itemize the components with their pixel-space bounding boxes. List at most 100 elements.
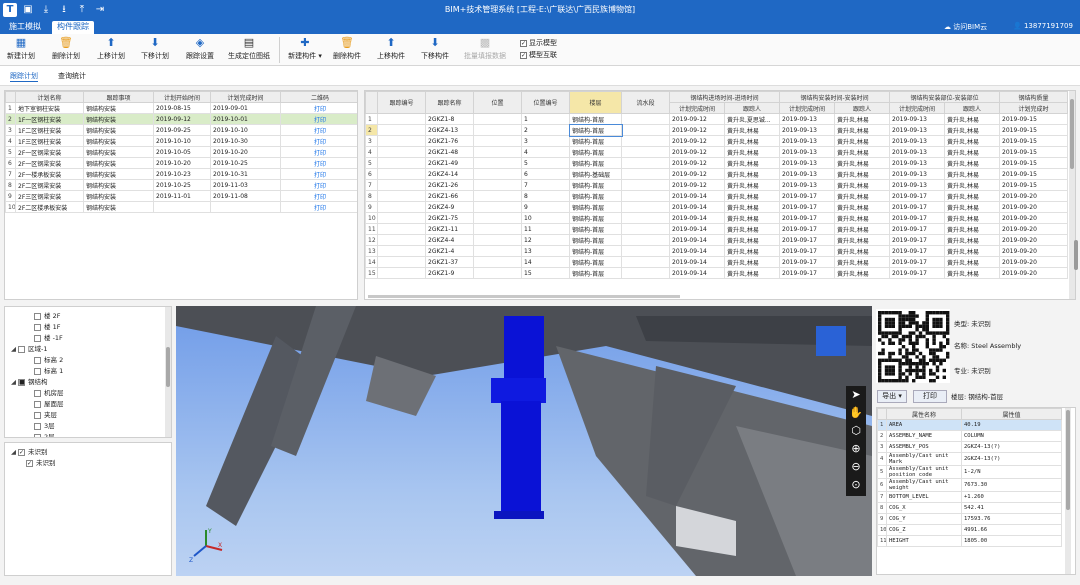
tree-checkbox[interactable] (34, 422, 41, 430)
component-row[interactable]: 4 2GKZ1-48 4 钢结构-首层 2019-09-12 黄升炎,林易 2019-09-… (365, 146, 1069, 158)
print-qr-link[interactable]: 打印 (280, 179, 357, 191)
plan-row[interactable]: 9 2F三区钢梁安装 钢结构安装 2019-11-01 2019-11-08 打印 (5, 190, 357, 202)
component-row[interactable]: 3 2GKZ1-76 3 钢结构-首层 2019-09-12 黄升炎,林易 2019-09-… (365, 135, 1069, 147)
delete-component-button[interactable]: 🗑 删除构件 (330, 36, 364, 61)
tab-construction-sim[interactable]: 施工模拟 (4, 21, 46, 34)
plan-row[interactable]: 1 地下室钢柱安装 钢结构安装 2019-08-15 2019-09-01 打印 (5, 102, 357, 114)
print-qr-link[interactable]: 打印 (280, 113, 357, 125)
component-row[interactable]: 11 2GKZ1-11 11 钢结构-首层 2019-09-14 黄升炎,林易 2019-0… (365, 223, 1069, 235)
select-pointer-icon[interactable]: ➤ (846, 386, 866, 404)
component-row[interactable]: 9 2GKZ4-9 9 钢结构-首层 2019-09-14 黄升炎,林易 2019-09-1… (365, 201, 1069, 213)
zoom-in-icon[interactable]: ⊕ (846, 440, 866, 458)
tree-node[interactable]: 机房层 (27, 387, 64, 397)
print-qr-link[interactable]: 打印 (280, 157, 357, 169)
properties-scrollbar[interactable] (1065, 408, 1071, 574)
tab-tracking-plan[interactable]: 跟踪计划 (10, 71, 38, 82)
property-row[interactable]: 9 COG_Y 17593.76 (877, 513, 1062, 525)
plan-row[interactable]: 6 2F一区钢梁安装 钢结构安装 2019-10-20 2019-10-25 打印 (5, 157, 357, 169)
zoom-out-icon[interactable]: ⊖ (846, 458, 866, 476)
tree-node[interactable]: ◢ ✓ 未识别 (11, 446, 48, 456)
visit-bim-cloud-link[interactable]: ☁ 访问BIM云 (944, 22, 987, 32)
tree-checkbox[interactable] (34, 433, 41, 437)
tree-checkbox[interactable] (34, 356, 41, 364)
print-button[interactable]: 打印 (913, 390, 947, 403)
plan-row[interactable]: 2 1F一区钢柱安装 钢结构安装 2019-09-12 2019-10-01 打印 (5, 113, 357, 125)
component-h-scrollbar[interactable] (368, 295, 680, 298)
component-row[interactable]: 2 2GKZ4-13 2 钢结构-首层 2019-09-12 黄升炎,林易 2019-09-… (365, 123, 1069, 137)
tree-checkbox[interactable] (18, 345, 25, 353)
plan-row[interactable]: 3 1F二区钢柱安装 钢结构安装 2019-09-25 2019-10-10 打印 (5, 124, 357, 136)
tab-component-tracking[interactable]: 构件跟踪 (52, 21, 94, 34)
plan-row[interactable]: 8 2F二区钢梁安装 钢结构安装 2019-10-25 2019-11-03 打印 (5, 179, 357, 191)
batch-fill-data-button[interactable]: ▩ 批量填报数据 (462, 36, 508, 61)
tree-node[interactable]: 楼 2F (27, 310, 60, 320)
new-component-button[interactable]: ✚ 新建构件 ▾ (286, 36, 324, 61)
tree-node[interactable]: 屋面层 (27, 398, 64, 408)
tree-node[interactable]: 楼 -1F (27, 332, 63, 342)
export-button[interactable]: 导出 ▾ (877, 390, 907, 403)
plan-row[interactable]: 5 2F一区钢梁安装 钢结构安装 2019-10-05 2019-10-20 打印 (5, 146, 357, 158)
tree-checkbox[interactable] (34, 312, 41, 320)
model-link-checkbox[interactable]: ✓ 模型互联 (520, 50, 557, 60)
scroll-thumb[interactable] (1066, 410, 1070, 510)
property-row[interactable]: 5 Assembly/Cast unit position code 1-2/N (877, 465, 1062, 479)
tree-checkbox[interactable] (34, 323, 41, 331)
tree-node[interactable]: 标高 1 (27, 365, 63, 375)
tree-node[interactable]: ◢ ■ 钢结构 (11, 376, 48, 386)
tree-node[interactable]: 楼 1F (27, 321, 60, 331)
component-row[interactable]: 8 2GKZ1-66 8 钢结构-首层 2019-09-14 黄升炎,林易 2019-09-… (365, 190, 1069, 202)
expand-toggle-icon[interactable]: ◢ (11, 448, 18, 456)
tree-checkbox[interactable] (34, 400, 41, 408)
tree-checkbox[interactable]: ✓ (26, 459, 33, 467)
tree-checkbox[interactable]: ✓ (18, 448, 25, 456)
new-plan-button[interactable]: ▦ 新建计划 (6, 36, 36, 61)
property-row[interactable]: 7 BOTTOM_LEVEL +1.260 (877, 491, 1062, 503)
scroll-thumb[interactable] (166, 347, 170, 387)
tree-checkbox[interactable] (34, 411, 41, 419)
move-plan-down-button[interactable]: ⬇ 下移计划 (139, 36, 171, 61)
component-row[interactable]: 15 2GKZ1-9 15 钢结构-首层 2019-09-14 黄升炎,林易 2019-09… (365, 267, 1069, 279)
plan-row[interactable]: 4 1F三区钢柱安装 钢结构安装 2019-10-10 2019-10-30 打印 (5, 135, 357, 147)
tracking-settings-button[interactable]: ◈ 跟踪设置 (183, 36, 217, 61)
property-row[interactable]: 6 Assembly/Cast unit weight 7673.30 (877, 478, 1062, 492)
user-account[interactable]: 👤 13877191709 (1013, 22, 1073, 30)
move-plan-up-button[interactable]: ⬆ 上移计划 (95, 36, 127, 61)
tree-scrollbar[interactable] (165, 307, 171, 437)
print-qr-link[interactable]: 打印 (280, 168, 357, 180)
property-row[interactable]: 3 ASSEMBLY_POS 2GKZ4-13(?) (877, 441, 1062, 453)
tree-checkbox[interactable]: ■ (18, 378, 25, 386)
tree-node[interactable]: ✓ 未识别 (19, 457, 56, 467)
pan-hand-icon[interactable]: ✋ (846, 404, 866, 422)
component-row[interactable]: 1 2GKZ1-8 1 钢结构-首层 2019-09-12 黄升炎,夏思铖... 2019-… (365, 113, 1069, 125)
property-row[interactable]: 8 COG_X 542.41 (877, 502, 1062, 514)
expand-toggle-icon[interactable]: ◢ (11, 378, 18, 386)
expand-toggle-icon[interactable]: ◢ (11, 345, 18, 353)
move-component-up-button[interactable]: ⬆ 上移构件 (374, 36, 408, 61)
component-row[interactable]: 7 2GKZ1-26 7 钢结构-首层 2019-09-12 黄升炎,林易 2019-09-… (365, 179, 1069, 191)
component-row[interactable]: 14 2GKZ1-37 14 钢结构-首层 2019-09-14 黄升炎,林易 2019-0… (365, 256, 1069, 268)
print-qr-link[interactable]: 打印 (280, 124, 357, 136)
orbit-cube-icon[interactable]: ⬡ (846, 422, 866, 440)
property-row[interactable]: 11 HEIGHT 1805.00 (877, 535, 1062, 547)
print-qr-link[interactable]: 打印 (280, 201, 357, 213)
move-component-down-button[interactable]: ⬇ 下移构件 (418, 36, 452, 61)
zoom-fit-icon[interactable]: ⊙ (846, 476, 866, 494)
show-model-checkbox[interactable]: ✓ 显示模型 (520, 38, 557, 48)
plan-row[interactable]: 10 2F二区楼承板安装 钢结构安装 打印 (5, 201, 357, 213)
component-row[interactable]: 13 2GKZ1-4 13 钢结构-首层 2019-09-14 黄升炎,林易 2019-09… (365, 245, 1069, 257)
tree-node[interactable]: ◢ 区域-1 (11, 343, 47, 353)
component-row[interactable]: 6 2GKZ4-14 6 钢结构-基础层 2019-09-12 黄升炎,林易 2019-09… (365, 168, 1069, 180)
component-row[interactable]: 10 2GKZ1-75 10 钢结构-首层 2019-09-14 黄升炎,林易 2019-0… (365, 212, 1069, 224)
generate-location-drawing-button[interactable]: ▤ 生成定位图纸 (226, 36, 272, 61)
component-row[interactable]: 5 2GKZ1-49 5 钢结构-首层 2019-09-12 黄升炎,林易 2019-09-… (365, 157, 1069, 169)
plan-row[interactable]: 7 2F一楼承板安装 钢结构安装 2019-10-23 2019-10-31 打印 (5, 168, 357, 180)
print-qr-link[interactable]: 打印 (280, 190, 357, 202)
3d-model-viewport[interactable]: Y X Z (176, 306, 872, 576)
tree-checkbox[interactable] (34, 389, 41, 397)
tree-checkbox[interactable] (34, 334, 41, 342)
print-qr-link[interactable]: 打印 (280, 102, 357, 114)
tree-node[interactable]: 3层 (27, 420, 55, 430)
print-qr-link[interactable]: 打印 (280, 146, 357, 158)
property-row[interactable]: 1 AREA 40.19 (877, 419, 1062, 431)
scroll-thumb[interactable] (1070, 99, 1074, 169)
